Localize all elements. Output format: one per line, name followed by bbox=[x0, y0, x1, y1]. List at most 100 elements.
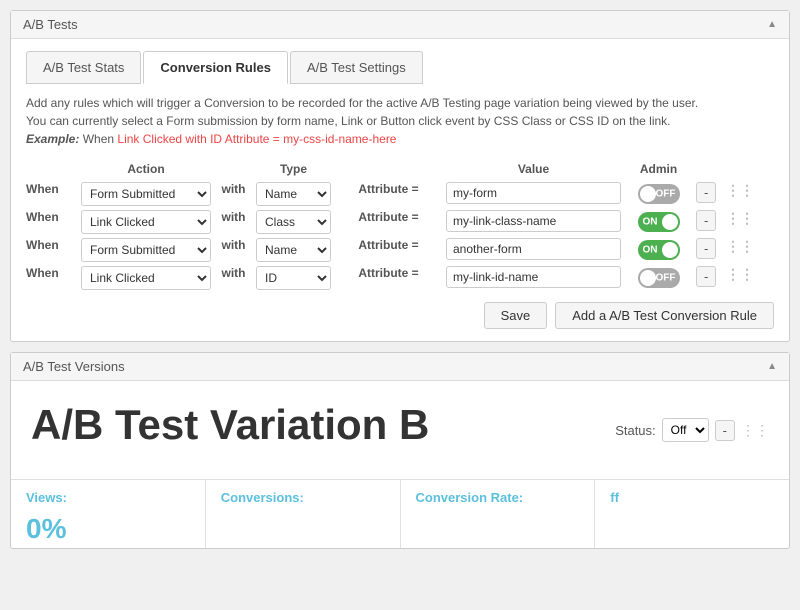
conversions-value bbox=[221, 510, 385, 515]
drag-handle-icon[interactable]: ⋮⋮ bbox=[726, 266, 746, 290]
remove-rule-button[interactable]: - bbox=[696, 238, 716, 259]
attr-label: Attribute = bbox=[331, 210, 446, 234]
tab-conversion[interactable]: Conversion Rules bbox=[143, 51, 288, 84]
rules-table: Action Type Value Admin WhenForm Submitt… bbox=[26, 158, 774, 292]
admin-toggle-container: ON bbox=[621, 238, 696, 262]
stat-conversion-rate: Conversion Rate: bbox=[401, 480, 596, 548]
attr-label: Attribute = bbox=[331, 266, 446, 290]
attr-label: Attribute = bbox=[331, 238, 446, 262]
type-select[interactable]: NameClassID bbox=[256, 238, 331, 262]
views-label: Views: bbox=[26, 490, 190, 505]
header-value: Value bbox=[446, 162, 621, 176]
toggle-switch[interactable]: ON bbox=[638, 212, 680, 232]
stats-row: Views: 0% Conversions: Conversion Rate: … bbox=[11, 479, 789, 548]
rules-header: Action Type Value Admin bbox=[26, 158, 774, 180]
ab-versions-title: A/B Test Versions bbox=[23, 359, 125, 374]
type-select[interactable]: NameClassID bbox=[256, 266, 331, 290]
toggle-knob bbox=[640, 270, 656, 286]
example-link: Link Clicked with ID Attribute = my-css-… bbox=[117, 132, 396, 146]
conversion-rate-label: Conversion Rate: bbox=[416, 490, 580, 505]
admin-toggle-container: ON bbox=[621, 210, 696, 234]
rule-row: WhenForm SubmittedLink ClickedwithNameCl… bbox=[26, 208, 774, 236]
action-select[interactable]: Form SubmittedLink Clicked bbox=[81, 266, 211, 290]
remove-rule-button[interactable]: - bbox=[696, 266, 716, 287]
stat-ff: ff bbox=[595, 480, 789, 548]
with-label: with bbox=[211, 238, 256, 262]
remove-rule-button[interactable]: - bbox=[696, 182, 716, 203]
ab-versions-body: A/B Test Variation B Status: Off On - ⋮⋮… bbox=[11, 381, 789, 548]
toggle-switch[interactable]: OFF bbox=[638, 268, 680, 288]
when-label: When bbox=[26, 266, 81, 290]
toggle-text: OFF bbox=[656, 273, 676, 284]
admin-toggle-container: OFF bbox=[621, 182, 696, 206]
version-title: A/B Test Variation B bbox=[31, 401, 429, 449]
ab-tests-panel-header: A/B Tests ▲ bbox=[11, 11, 789, 39]
action-select[interactable]: Form SubmittedLink Clicked bbox=[81, 238, 211, 262]
rule-row: WhenForm SubmittedLink ClickedwithNameCl… bbox=[26, 236, 774, 264]
conversions-label: Conversions: bbox=[221, 490, 385, 505]
ab-tests-panel: A/B Tests ▲ A/B Test Stats Conversion Ru… bbox=[10, 10, 790, 342]
header-drag bbox=[726, 162, 746, 176]
header-with bbox=[211, 162, 256, 176]
ab-versions-panel: A/B Test Versions ▲ A/B Test Variation B… bbox=[10, 352, 790, 549]
toggle-text: ON bbox=[643, 217, 658, 228]
ab-tests-body: A/B Test Stats Conversion Rules A/B Test… bbox=[11, 39, 789, 341]
action-select[interactable]: Form SubmittedLink Clicked bbox=[81, 210, 211, 234]
value-input[interactable] bbox=[446, 182, 621, 204]
toggle-knob bbox=[662, 214, 678, 230]
with-label: with bbox=[211, 182, 256, 206]
value-input[interactable] bbox=[446, 238, 621, 260]
rules-rows: WhenForm SubmittedLink ClickedwithNameCl… bbox=[26, 180, 774, 292]
drag-handle-icon[interactable]: ⋮⋮ bbox=[726, 182, 746, 206]
when-label: When bbox=[26, 182, 81, 206]
conversion-rate-value bbox=[416, 510, 580, 515]
ff-label: ff bbox=[610, 490, 774, 505]
example-label: Example: bbox=[26, 132, 79, 146]
with-label: with bbox=[211, 266, 256, 290]
ab-tests-title: A/B Tests bbox=[23, 17, 78, 32]
stat-conversions: Conversions: bbox=[206, 480, 401, 548]
attr-label: Attribute = bbox=[331, 182, 446, 206]
when-label: When bbox=[26, 210, 81, 234]
status-select[interactable]: Off On bbox=[662, 418, 709, 442]
save-button[interactable]: Save bbox=[484, 302, 548, 329]
toggle-switch[interactable]: OFF bbox=[638, 184, 680, 204]
value-input[interactable] bbox=[446, 266, 621, 288]
rule-row: WhenForm SubmittedLink ClickedwithNameCl… bbox=[26, 264, 774, 292]
status-label: Status: bbox=[615, 423, 655, 438]
drag-handle-icon[interactable]: ⋮⋮ bbox=[726, 210, 746, 234]
with-label: with bbox=[211, 210, 256, 234]
tab-stats[interactable]: A/B Test Stats bbox=[26, 51, 141, 84]
description-line1: Add any rules which will trigger a Conve… bbox=[26, 96, 698, 110]
toggle-switch[interactable]: ON bbox=[638, 240, 680, 260]
ab-tests-tabs: A/B Test Stats Conversion Rules A/B Test… bbox=[26, 51, 774, 84]
header-when bbox=[26, 162, 81, 176]
tab-settings[interactable]: A/B Test Settings bbox=[290, 51, 423, 84]
header-action: Action bbox=[81, 162, 211, 176]
header-remove bbox=[696, 162, 726, 176]
type-select[interactable]: NameClassID bbox=[256, 182, 331, 206]
rules-footer: Save Add a A/B Test Conversion Rule bbox=[26, 302, 774, 329]
type-select[interactable]: NameClassID bbox=[256, 210, 331, 234]
version-header-row: A/B Test Variation B Status: Off On - ⋮⋮ bbox=[31, 401, 769, 459]
views-value: 0% bbox=[26, 510, 190, 543]
conversion-description: Add any rules which will trigger a Conve… bbox=[26, 94, 774, 148]
admin-toggle-container: OFF bbox=[621, 266, 696, 290]
header-admin: Admin bbox=[621, 162, 696, 176]
toggle-text: OFF bbox=[656, 189, 676, 200]
add-rule-button[interactable]: Add a A/B Test Conversion Rule bbox=[555, 302, 774, 329]
drag-handle-icon[interactable]: ⋮⋮ bbox=[726, 238, 746, 262]
value-input[interactable] bbox=[446, 210, 621, 232]
when-label: When bbox=[26, 238, 81, 262]
action-select[interactable]: Form SubmittedLink Clicked bbox=[81, 182, 211, 206]
panel1-collapse-icon[interactable]: ▲ bbox=[767, 19, 777, 30]
version-remove-button[interactable]: - bbox=[715, 420, 735, 441]
toggle-knob bbox=[662, 242, 678, 258]
panel2-collapse-icon[interactable]: ▲ bbox=[767, 361, 777, 372]
remove-rule-button[interactable]: - bbox=[696, 210, 716, 231]
version-content: A/B Test Variation B Status: Off On - ⋮⋮ bbox=[11, 381, 789, 469]
version-drag-handle[interactable]: ⋮⋮ bbox=[741, 422, 769, 439]
ab-versions-panel-header: A/B Test Versions ▲ bbox=[11, 353, 789, 381]
stat-views: Views: 0% bbox=[11, 480, 206, 548]
example-text: When bbox=[83, 132, 118, 146]
